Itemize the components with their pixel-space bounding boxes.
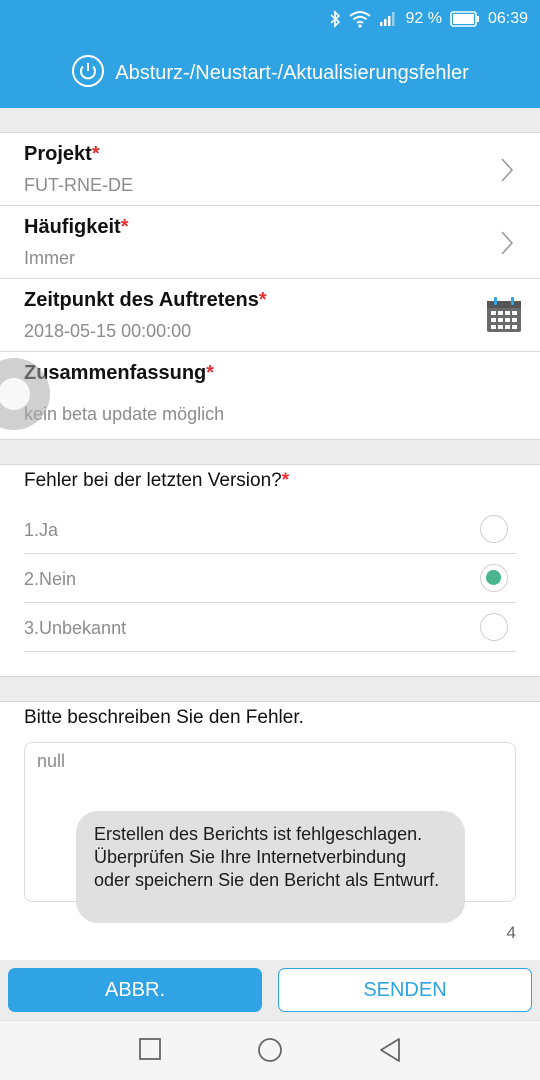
field-value: FUT-RNE-DE <box>24 175 133 195</box>
power-icon[interactable] <box>71 54 105 93</box>
summary-field[interactable]: Zusammenfassung* kein beta update möglic… <box>0 352 540 439</box>
calendar-icon[interactable] <box>486 297 522 338</box>
question-label: Fehler bei der letzten Version?* <box>24 470 290 491</box>
field-label: Projekt <box>24 143 92 165</box>
clock: 06:39 <box>487 10 528 27</box>
status-bar: 92 % 06:39 <box>329 6 528 32</box>
field-label: Zeitpunkt des Auftretens <box>24 289 259 311</box>
radio-button[interactable] <box>480 515 508 543</box>
required-mark: * <box>91 143 100 165</box>
bluetooth-icon <box>329 10 341 28</box>
recent-apps-icon[interactable] <box>138 1037 162 1066</box>
field-label: Zusammenfassung <box>24 362 207 384</box>
description-label: Bitte beschreiben Sie den Fehler. <box>24 707 304 728</box>
send-button[interactable]: SENDEN <box>278 968 532 1012</box>
radio-button-selected[interactable] <box>480 564 508 592</box>
required-mark: * <box>206 362 215 384</box>
frequency-field[interactable]: Häufigkeit* Immer <box>0 206 540 279</box>
occurrence-time-field[interactable]: Zeitpunkt des Auftretens* 2018-05-15 00:… <box>0 279 540 352</box>
character-counter: 4 <box>506 923 516 942</box>
action-bar: ABBR. SENDEN <box>0 960 540 1020</box>
section-divider <box>0 439 540 465</box>
wifi-icon <box>349 10 372 28</box>
app-header: 92 % 06:39 Absturz-/Neustart-/Aktualisie… <box>0 0 540 108</box>
battery-icon <box>450 11 480 27</box>
field-value: Immer <box>24 248 75 268</box>
field-value: kein beta update möglich <box>24 404 225 424</box>
battery-percent: 92 % <box>405 10 442 27</box>
required-mark: * <box>281 470 290 491</box>
cancel-button[interactable]: ABBR. <box>8 968 262 1012</box>
required-mark: * <box>120 216 129 238</box>
home-icon[interactable] <box>257 1037 283 1068</box>
project-field[interactable]: Projekt* FUT-RNE-DE <box>0 133 540 206</box>
navigation-bar <box>0 1020 540 1080</box>
option-label: 1.Ja <box>24 520 59 540</box>
section-divider <box>0 108 540 133</box>
option-label: 2.Nein <box>24 569 77 589</box>
cell-signal-icon <box>379 11 397 27</box>
section-divider <box>0 676 540 702</box>
description-value: null <box>37 751 66 771</box>
error-toast: Erstellen des Berichts ist fehlgeschlage… <box>76 811 465 923</box>
option-label: 3.Unbekannt <box>24 618 127 638</box>
field-label: Häufigkeit <box>24 216 121 238</box>
radio-button[interactable] <box>480 613 508 641</box>
radio-option-unknown[interactable]: 3.Unbekannt <box>24 603 516 652</box>
radio-option-yes[interactable]: 1.Ja <box>24 505 516 554</box>
radio-option-no[interactable]: 2.Nein <box>24 554 516 603</box>
required-mark: * <box>258 289 267 311</box>
chevron-right-icon <box>500 157 514 188</box>
title-bar: Absturz-/Neustart-/Aktualisierungsfehler <box>0 52 540 94</box>
field-value: 2018-05-15 00:00:00 <box>24 321 192 341</box>
page-title: Absturz-/Neustart-/Aktualisierungsfehler <box>115 61 469 84</box>
back-icon[interactable] <box>378 1037 402 1068</box>
chevron-right-icon <box>500 230 514 261</box>
